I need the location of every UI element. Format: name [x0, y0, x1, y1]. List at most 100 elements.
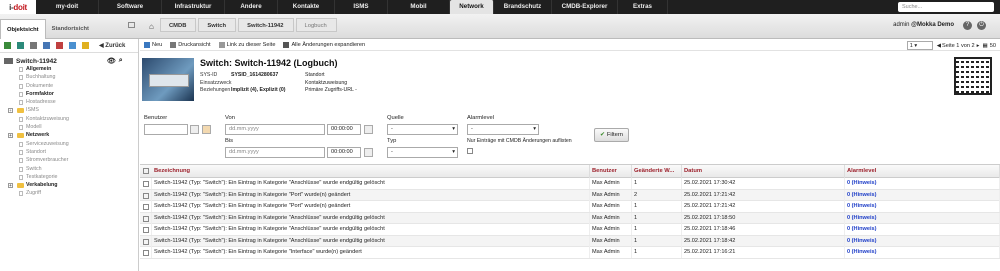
globe-icon[interactable] — [69, 42, 76, 49]
row-expand-icon[interactable] — [140, 247, 152, 258]
eye-icon[interactable]: 👁 — [107, 57, 116, 65]
lock-icon[interactable] — [82, 42, 89, 49]
col-bezeichnung[interactable]: Bezeichnung — [152, 165, 590, 178]
row-expand-icon[interactable] — [140, 189, 152, 201]
table-row[interactable]: Switch-11942 (Typ: "Switch"): Ein Eintra… — [140, 224, 1000, 236]
expand-all-button[interactable]: Alle Änderungen expandieren — [283, 41, 365, 48]
search-icon[interactable]: ⌕ — [119, 57, 123, 65]
col-geaenderte-werte[interactable]: Geänderte W... — [632, 165, 682, 178]
sidebar-item-servicezuweisung[interactable]: Servicezuweisung — [6, 140, 138, 148]
menu-item-kontakte[interactable]: Kontakte — [278, 0, 335, 14]
menu-item-andere[interactable]: Andere — [225, 0, 278, 14]
breadcrumb-switch[interactable]: Switch — [198, 18, 237, 32]
row-expand-icon[interactable] — [140, 212, 152, 224]
sidebar-item-testkategorie[interactable]: Testkategorie — [6, 173, 138, 181]
table-row[interactable]: Switch-11942 (Typ: "Switch"): Ein Eintra… — [140, 201, 1000, 213]
print-icon[interactable] — [56, 42, 63, 49]
user-search-icon[interactable] — [190, 125, 199, 134]
page-select[interactable]: 1 ▾ — [906, 41, 933, 50]
search-input[interactable]: Suche... — [898, 2, 994, 12]
per-page-icon[interactable]: ▦ — [982, 43, 987, 49]
menu-item-infrastruktur[interactable]: Infrastruktur — [162, 0, 225, 14]
cell-alarmlevel[interactable]: 0 (Hinweis) — [845, 178, 1000, 189]
tab-standortsicht[interactable]: Standortsicht — [46, 19, 95, 39]
cell-alarmlevel[interactable]: 0 (Hinweis) — [845, 201, 1000, 212]
save-icon[interactable] — [43, 42, 50, 49]
row-expand-icon[interactable] — [140, 201, 152, 212]
sidebar-item-allgemein[interactable]: Allgemein — [6, 65, 138, 73]
popout-icon[interactable] — [128, 22, 135, 28]
from-date-input[interactable]: dd.mm.yyyy — [225, 124, 325, 135]
logout-icon[interactable]: ⏻ — [977, 21, 986, 30]
source-select[interactable]: - ▾ — [387, 124, 458, 135]
menu-item-extras[interactable]: Extras — [618, 0, 668, 14]
link-button[interactable]: Link zu dieser Seite — [218, 41, 275, 48]
expand-icon[interactable] — [17, 42, 24, 49]
user-info[interactable]: admin @Mokka Demo — [893, 22, 954, 28]
table-row[interactable]: Switch-11942 (Typ: "Switch"): Ein Eintra… — [140, 247, 1000, 259]
back-button[interactable]: ◀ Zurück — [99, 42, 125, 49]
to-calendar-icon[interactable] — [364, 148, 373, 157]
sidebar-item-stromverbraucher[interactable]: Stromverbraucher — [6, 156, 138, 164]
sidebar-item-switch[interactable]: Switch — [6, 165, 138, 173]
cell-alarmlevel[interactable]: 0 (Hinweis) — [845, 235, 1000, 247]
sidebar-item-kontaktzuweisung[interactable]: Kontaktzuweisung — [6, 115, 138, 123]
sidebar-item-zugriff[interactable]: Zugriff — [6, 189, 138, 197]
next-page-icon[interactable]: ▸ — [977, 43, 980, 49]
sidebar-item-isms[interactable]: + ISMS — [6, 106, 138, 114]
cell-alarmlevel[interactable]: 0 (Hinweis) — [845, 224, 1000, 235]
sidebar-item-hostadresse[interactable]: Hostadresse — [6, 98, 138, 106]
print-button[interactable]: Druckansicht — [170, 41, 211, 48]
expand-toggle-icon[interactable]: + — [8, 108, 13, 114]
cell-alarmlevel[interactable]: 0 (Hinweis) — [845, 247, 1000, 258]
type-select[interactable]: - ▾ — [387, 147, 458, 158]
new-button[interactable]: Neu — [144, 41, 162, 48]
sidebar-item-buchhaltung[interactable]: Buchhaltung — [6, 73, 138, 81]
row-expand-icon[interactable] — [140, 224, 152, 235]
expand-toggle-icon[interactable]: + — [8, 183, 13, 189]
sidebar-item-standort[interactable]: Standort — [6, 148, 138, 156]
row-expand-icon[interactable] — [140, 178, 152, 189]
table-row[interactable]: Switch-11942 (Typ: "Switch"): Ein Eintra… — [140, 189, 1000, 201]
row-expand-icon[interactable] — [140, 235, 152, 247]
menu-item-my-doit[interactable]: my-doit — [36, 0, 99, 14]
to-time-input[interactable]: 00:00:00 — [327, 147, 361, 158]
to-date-input[interactable]: dd.mm.yyyy — [225, 147, 325, 158]
help-icon[interactable]: ? — [963, 21, 972, 30]
col-datum[interactable]: Datum — [682, 165, 845, 178]
menu-item-isms[interactable]: ISMS — [335, 0, 388, 14]
from-time-input[interactable]: 00:00:00 — [327, 124, 361, 135]
sidebar-item-verkabelung[interactable]: + Verkabelung — [6, 181, 138, 189]
menu-item-mobil[interactable]: Mobil — [388, 0, 450, 14]
user-clear-icon[interactable] — [202, 125, 211, 134]
tree-root[interactable]: Switch-11942 👁 ⌕ — [0, 53, 138, 65]
alarm-select[interactable]: - ▾ — [467, 124, 539, 135]
sidebar-item-formfaktor[interactable]: Formfaktor — [6, 90, 138, 98]
sidebar-item-modell[interactable]: Modell — [6, 123, 138, 131]
home-icon[interactable]: ⌂ — [149, 22, 154, 31]
menu-item-cmdb-explorer[interactable]: CMDB-Explorer — [552, 0, 618, 14]
tab-objektsicht[interactable]: Objektsicht — [0, 19, 46, 39]
col-alarmlevel[interactable]: Alarmlevel — [845, 165, 1000, 178]
filter-button[interactable]: Filtern — [594, 128, 629, 142]
table-row[interactable]: Switch-11942 (Typ: "Switch"): Ein Eintra… — [140, 235, 1000, 247]
per-page-value[interactable]: 50 — [990, 43, 996, 49]
breadcrumb-cmdb[interactable]: CMDB — [160, 18, 197, 32]
qr-code[interactable] — [954, 57, 992, 95]
sidebar-item-netzwerk[interactable]: + Netzwerk — [6, 131, 138, 139]
tree-icon[interactable] — [4, 42, 11, 49]
from-calendar-icon[interactable] — [364, 125, 373, 134]
table-row[interactable]: Switch-11942 (Typ: "Switch"): Ein Eintra… — [140, 178, 1000, 190]
prev-page-icon[interactable]: ◀ — [937, 43, 941, 49]
table-row[interactable]: Switch-11942 (Typ: "Switch"): Ein Eintra… — [140, 212, 1000, 224]
cell-alarmlevel[interactable]: 0 (Hinweis) — [845, 189, 1000, 201]
idoit-logo[interactable]: i-doit — [0, 0, 36, 14]
col-benutzer[interactable]: Benutzer — [590, 165, 632, 178]
menu-item-software[interactable]: Software — [99, 0, 162, 14]
list-icon[interactable] — [30, 42, 37, 49]
menu-item-brandschutz[interactable]: Brandschutz — [494, 0, 552, 14]
cmdb-only-checkbox[interactable] — [467, 148, 473, 154]
expand-toggle-icon[interactable]: + — [8, 133, 13, 139]
user-filter-input[interactable] — [144, 124, 188, 135]
breadcrumb-object[interactable]: Switch-11942 — [238, 18, 294, 32]
